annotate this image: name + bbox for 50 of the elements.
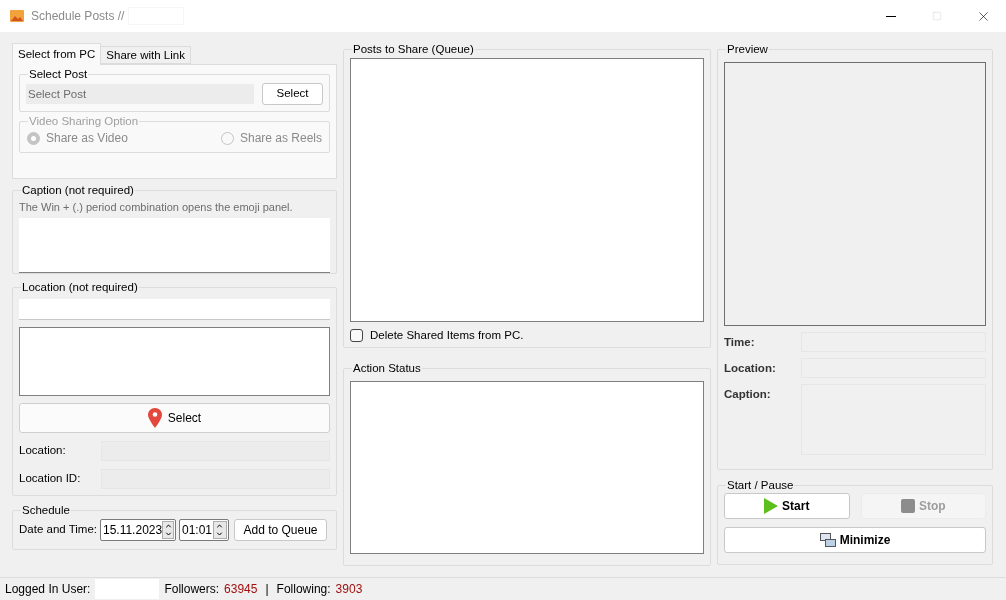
location-search-field[interactable] [19,299,330,320]
spin-field[interactable]: 15.11.2023 [100,519,176,541]
minimize-app-button[interactable]: Minimize [724,527,986,553]
minimize-icon [886,15,896,17]
group-title: Select Post [28,67,89,81]
field-label: Caption: [724,387,772,402]
tab[interactable]: Select from PC [12,43,102,65]
date-time-label: Date and Time: [19,522,97,538]
stop-icon [900,499,915,513]
start-button[interactable]: Start [724,493,850,519]
field-label: Location: [19,443,67,459]
map-pin-icon [147,408,162,428]
group-title: Start / Pause [726,478,795,492]
field-label: Location ID: [19,471,82,487]
radio-label: Share as Reels [239,130,322,147]
group-title: Video Sharing Option [28,114,140,128]
spin-arrows-icon[interactable] [213,521,227,539]
separator: | [264,581,270,598]
checkbox[interactable] [350,329,363,343]
followers-count: 63945 [224,581,258,598]
group-title: Caption (not required) [21,183,135,197]
select-button[interactable]: Select [262,83,323,105]
checkbox-label: Delete Shared Items from PC. [370,328,524,343]
maximize-icon [932,11,942,21]
queue-list[interactable] [350,58,704,322]
play-icon [764,498,779,514]
windows-icon [819,532,836,548]
group-title: Schedule [21,503,71,517]
spin-field[interactable]: 01:01 [179,519,229,541]
field-label: Time: [724,335,756,351]
group-title: Posts to Share (Queue) [352,42,475,56]
image-icon [10,10,24,22]
following-count: 3903 [335,581,363,598]
tab[interactable]: Share with Link [101,46,191,64]
group-title: Location (not required) [21,280,139,294]
window-title: Schedule Posts // [31,8,125,25]
user-label: Logged In User: [5,581,91,598]
group-title: Preview [726,42,769,56]
add-to-queue-button[interactable]: Add to Queue [234,519,327,541]
following-label: Following: [276,581,331,598]
spin-arrows-icon[interactable] [162,521,174,539]
field-label: Location: [724,361,777,377]
radio-label: Share as Video [46,130,128,147]
caption-field[interactable] [19,217,330,273]
redacted-block [95,579,160,599]
select-location-button[interactable]: Select [19,403,330,433]
followers-label: Followers: [164,581,220,598]
caption-hint: The Win + (.) period combination opens the emoji panel. [19,200,294,215]
location-list[interactable] [19,327,330,396]
group-title: Action Status [352,361,422,375]
